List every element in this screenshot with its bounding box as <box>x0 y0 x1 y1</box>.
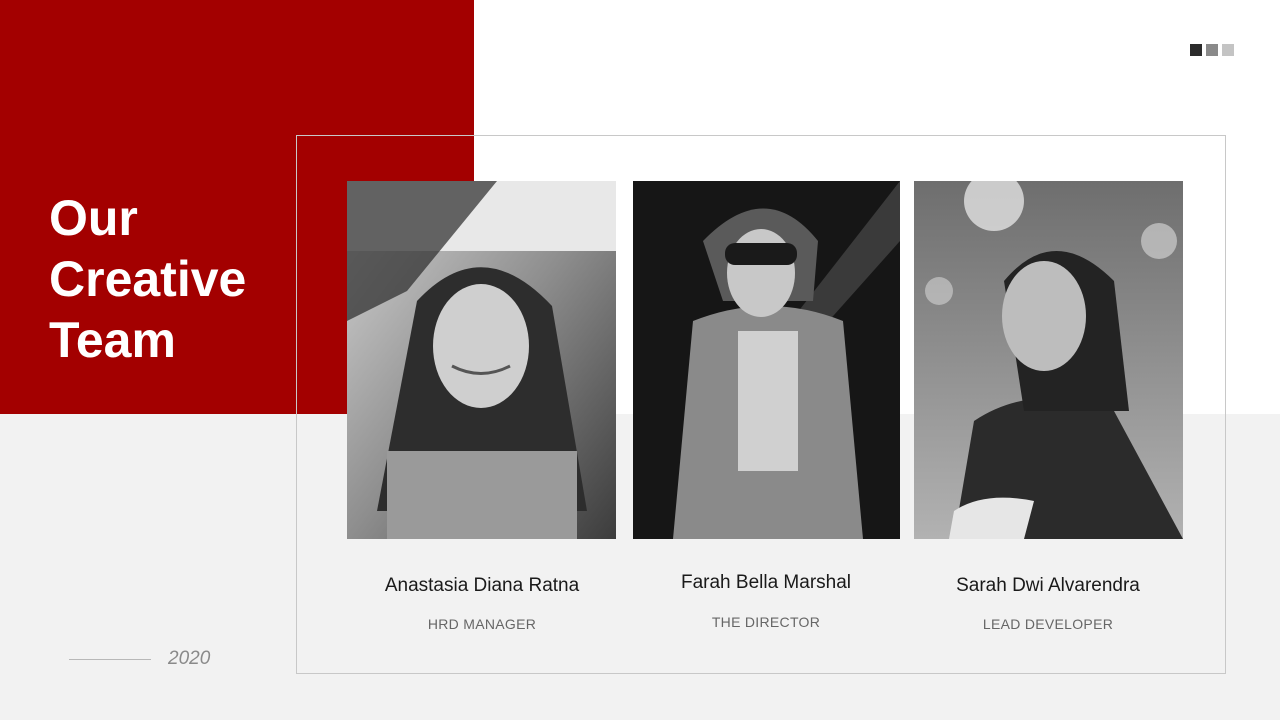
member-role: THE DIRECTOR <box>711 614 821 630</box>
title-line: Creative <box>49 251 247 307</box>
member-name: Farah Bella Marshal <box>680 572 852 593</box>
member-role: LEAD DEVELOPER <box>982 616 1114 632</box>
dot-light <box>1222 44 1234 56</box>
team-photo-1 <box>347 181 616 539</box>
member-name: Sarah Dwi Alvarendra <box>956 575 1140 596</box>
member-name: Anastasia Diana Ratna <box>384 575 580 596</box>
team-photo-2 <box>633 181 900 539</box>
portrait-photo <box>347 181 616 539</box>
dot-mid <box>1206 44 1218 56</box>
title-line: Our <box>49 190 138 246</box>
member-role: HRD MANAGER <box>427 616 537 632</box>
team-photo-3 <box>914 181 1183 539</box>
title-line: Team <box>49 312 176 368</box>
year-label: 2020 <box>168 648 211 669</box>
year-divider <box>69 659 151 660</box>
portrait-photo <box>914 181 1183 539</box>
pagination-dots <box>1190 44 1234 56</box>
slide-title: Our Creative Team <box>49 188 246 371</box>
dot-dark <box>1190 44 1202 56</box>
portrait-photo <box>633 181 900 539</box>
